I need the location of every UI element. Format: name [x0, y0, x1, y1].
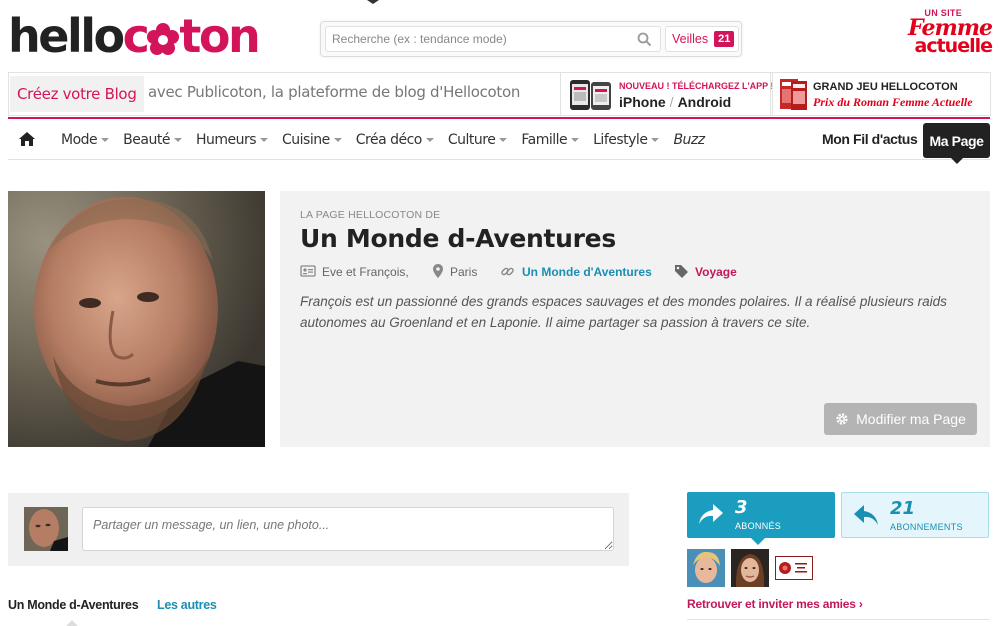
search-bar: Veilles 21 — [320, 21, 742, 57]
edit-page-label: Modifier ma Page — [856, 411, 966, 427]
chevron-down-icon — [333, 137, 342, 142]
veilles-label: Veilles — [672, 32, 709, 46]
subscriptions-count: 21 — [890, 498, 916, 519]
nav-item-crea-deco[interactable]: Créa déco — [356, 132, 434, 148]
logo-text-ton: ton — [179, 9, 260, 63]
nav-item-humeurs[interactable]: Humeurs — [196, 132, 269, 148]
chevron-down-icon — [499, 137, 508, 142]
my-page-button[interactable]: Ma Page — [923, 123, 990, 164]
flower-icon — [146, 14, 180, 66]
follower-avatar[interactable] — [687, 549, 725, 587]
chevron-down-icon — [101, 137, 110, 142]
app-new-label: NOUVEAU ! TÉLÉCHARGEZ L'APP ! — [619, 81, 774, 91]
chevron-down-icon — [425, 137, 434, 142]
nav-item-cuisine[interactable]: Cuisine — [282, 132, 342, 148]
search-input[interactable] — [325, 26, 661, 52]
nav-item-lifestyle[interactable]: Lifestyle — [593, 132, 660, 148]
chevron-down-icon — [571, 137, 580, 142]
top-marker — [367, 0, 379, 4]
nav-item-mode[interactable]: Mode — [61, 132, 110, 148]
share-message-input[interactable] — [82, 507, 614, 551]
nav-item-beaute[interactable]: Beauté — [123, 132, 182, 148]
subscriptions-label: ABONNEMENTS — [890, 522, 963, 532]
profile-description: François est un passionné des grands esp… — [300, 294, 947, 330]
gear-icon — [836, 413, 848, 425]
contest-title: GRAND JEU HELLOCOTON — [813, 81, 958, 93]
profile-authors: Eve et François, — [322, 265, 409, 279]
category-tag-link[interactable]: Voyage — [695, 265, 737, 279]
avatar — [24, 507, 68, 551]
follower-avatar[interactable] — [775, 556, 813, 580]
create-blog-link[interactable]: Créez votre Blog — [10, 76, 144, 112]
tag-icon — [675, 265, 688, 278]
subscribers-label: ABONNÉS — [735, 521, 782, 531]
search-icon[interactable] — [637, 32, 652, 52]
subscriptions-stat[interactable]: 21 ABONNEMENTS — [841, 492, 989, 538]
veilles-button[interactable]: Veilles 21 — [665, 26, 739, 52]
blog-link[interactable]: Un Monde d'Aventures — [522, 265, 652, 279]
link-icon — [501, 267, 514, 276]
subscribers-stat[interactable]: 3 ABONNÉS — [687, 492, 835, 545]
profile-city: Paris — [450, 265, 478, 279]
femme-actuelle-logo[interactable]: UN SITE Femme actuelle — [902, 9, 994, 57]
contest-subtitle: Prix du Roman Femme Actuelle — [813, 95, 973, 109]
chevron-down-icon — [651, 137, 660, 142]
create-blog-label: Créez votre Blog — [17, 85, 137, 103]
smartphone-icon — [569, 79, 613, 116]
veilles-count-badge: 21 — [714, 31, 735, 47]
android-link[interactable]: Android — [678, 94, 732, 110]
home-icon[interactable] — [18, 131, 36, 152]
book-cover-icon — [779, 78, 809, 117]
reply-arrow-icon — [853, 504, 879, 531]
subscribers-count: 3 — [735, 497, 748, 518]
share-box — [8, 493, 629, 566]
news-feed-link[interactable]: Mon Fil d'actus — [822, 131, 918, 147]
logo-text-hello: hello — [8, 9, 125, 63]
tab-my-page[interactable]: Un Monde d-Aventures — [8, 598, 139, 612]
promo-bar: Créez votre Blog avec Publicoton, la pla… — [8, 72, 991, 116]
profile-kicker: LA PAGE HELLOCOTON DE — [300, 209, 441, 221]
logo-text-c: c — [122, 9, 150, 63]
platform-separator: / — [669, 94, 674, 110]
main-nav: Mode Beauté Humeurs Cuisine Créa déco Cu… — [8, 117, 990, 164]
share-arrow-icon — [698, 503, 724, 530]
chevron-down-icon — [173, 137, 182, 142]
follower-avatar[interactable] — [731, 549, 769, 587]
app-platforms: iPhone / Android — [619, 94, 731, 110]
profile-card: LA PAGE HELLOCOTON DE Un Monde d-Aventur… — [280, 191, 990, 447]
nav-item-famille[interactable]: Famille — [521, 132, 580, 148]
iphone-link[interactable]: iPhone — [619, 94, 666, 110]
active-tab-pointer — [66, 618, 78, 626]
nav-item-buzz[interactable]: Buzz — [673, 132, 705, 148]
partner-name-actuelle: actuelle — [914, 35, 994, 57]
profile-photo — [8, 191, 265, 447]
nav-menu: Mode Beauté Humeurs Cuisine Créa déco Cu… — [61, 119, 719, 160]
invite-friends-link[interactable]: Retrouver et inviter mes amies › — [687, 597, 863, 611]
contest-promo[interactable]: GRAND JEU HELLOCOTON Prix du Roman Femme… — [772, 72, 991, 116]
chevron-down-icon — [260, 137, 269, 142]
nav-item-culture[interactable]: Culture — [448, 132, 508, 148]
edit-page-button[interactable]: Modifier ma Page — [824, 403, 977, 435]
page-title: Un Monde d-Aventures — [300, 224, 616, 253]
tab-others[interactable]: Les autres — [157, 598, 217, 612]
blog-subtitle[interactable]: avec Publicoton, la plateforme de blog d… — [148, 83, 520, 101]
divider — [687, 619, 990, 620]
id-card-icon — [300, 265, 316, 277]
app-download-promo[interactable]: NOUVEAU ! TÉLÉCHARGEZ L'APP ! iPhone / And… — [560, 72, 774, 116]
hellocoton-logo[interactable]: helloc ton — [8, 9, 261, 63]
location-pin-icon — [433, 264, 443, 278]
